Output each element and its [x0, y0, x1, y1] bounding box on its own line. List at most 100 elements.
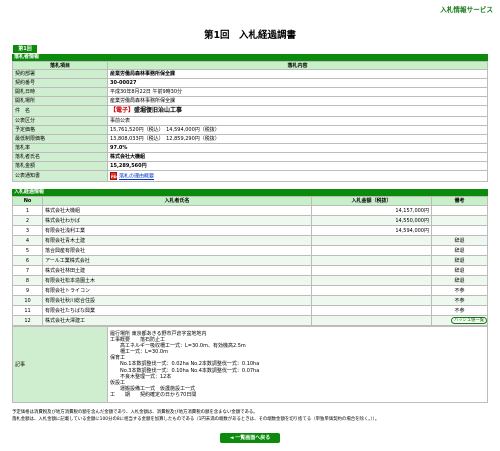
- col-name-header: 入札者氏名: [42, 196, 312, 206]
- bidder-no: 2: [12, 215, 43, 226]
- bid-amount: [311, 255, 432, 266]
- bidder-no: 11: [12, 305, 43, 316]
- bidder-row: 6 アール工業株式会社 辞退: [12, 255, 488, 266]
- bidder-row: 7 株式会社林田土建 辞退: [12, 265, 488, 276]
- footer-note-1: 予定価格は消費税及び地方消費税の額を含んだ金額であり、入札金額は、消費税及び地方…: [12, 410, 258, 415]
- summary-section-header: 落札者情報: [12, 54, 488, 61]
- bid-amount: [311, 295, 432, 306]
- bidder-row: 1 株式会社大機組 14,157,000円: [12, 205, 488, 216]
- remarks-label: 記事: [12, 326, 108, 403]
- summary-row-value: 15,289,560円: [107, 161, 488, 171]
- bidder-name: 株式会社わかば: [42, 215, 312, 226]
- bidder-name: 有限会社松本造園土木: [42, 275, 312, 286]
- bid-note: [431, 205, 488, 216]
- summary-row-value: 産業労働局森林事務所保全課: [107, 69, 488, 79]
- summary-row-label: 落札金額: [12, 161, 108, 171]
- bidder-no: 3: [12, 225, 43, 236]
- bidder-row: 12株式会社大澤建工不参: [12, 315, 488, 326]
- summary-row: 公表通知書 PDF落札の理由概要: [12, 170, 488, 182]
- summary-row-value: PDF落札の理由概要: [107, 170, 488, 182]
- summary-row: 件 名【電子】盛堀復旧治山工事: [12, 105, 488, 117]
- bidder-no: 1: [12, 205, 43, 216]
- summary-row: 契約部署 産業労働局森林事務所保全課: [12, 69, 488, 79]
- bid-note: 不参: [431, 285, 488, 296]
- bidder-row: 9 有限会社トライコン 不参: [12, 285, 488, 296]
- remarks-text: 履行場所 東京都あきる野市戸倉字盆地地内 工事概要 落石防止工 高エネルギー吸収…: [110, 330, 260, 398]
- bidder-row: 8 有限会社松本造園土木 辞退: [12, 275, 488, 286]
- bid-note: 辞退: [431, 235, 488, 246]
- col-item-header: 落札項目: [12, 61, 108, 70]
- bidder-no: 4: [12, 235, 43, 246]
- bid-note: 辞退: [431, 255, 488, 266]
- bidders-section-header: 入札経過情報: [12, 189, 488, 196]
- bid-amount: [311, 235, 432, 246]
- bidder-row: 2 株式会社わかば 14,550,000円: [12, 215, 488, 226]
- summary-row-value: 【電子】盛堀復旧治山工事: [107, 105, 488, 117]
- bid-note: 不参: [431, 305, 488, 316]
- bidder-no: 5: [12, 245, 43, 256]
- bid-amount: [311, 275, 432, 286]
- bidder-name: 有限会社たちばな興業: [42, 305, 312, 316]
- bidder-name: 有限会社秋川総合住設: [42, 295, 312, 306]
- bid-note: 辞退: [431, 265, 488, 276]
- award-reason-link[interactable]: 落札の理由概要: [119, 174, 154, 180]
- pdf-icon[interactable]: PDF: [110, 172, 119, 180]
- bidder-no: 6: [12, 255, 43, 266]
- bid-note: [431, 225, 488, 236]
- project-title: 盛堀復旧治山工事: [134, 107, 183, 114]
- bidder-no: 9: [12, 285, 43, 296]
- bid-amount: 14,157,000円: [311, 205, 432, 216]
- summary-row-label: 公表通知書: [12, 170, 108, 182]
- bidder-row: 4 有限会社青木土建 辞退: [12, 235, 488, 246]
- summary-row-value: 株式会社大機組: [107, 152, 488, 162]
- summary-row: 契約番号 30-00027: [12, 78, 488, 88]
- summary-row-label: 最低制限価格: [12, 134, 108, 144]
- summary-row-value: 97.0%: [107, 143, 488, 153]
- col-content-header: 落札内容: [107, 61, 488, 70]
- bidder-row: 11 有限会社たちばな興業 不参: [12, 305, 488, 316]
- tab-round-1[interactable]: 第1回: [13, 45, 37, 53]
- bidder-name: 株式会社大澤建工: [42, 315, 312, 326]
- bidder-name: 株式会社大機組: [42, 205, 312, 216]
- summary-row: 落札金額 15,289,560円: [12, 161, 488, 171]
- bidder-name: 有限会社浅利工業: [42, 225, 312, 236]
- bidder-row: 10 有限会社秋川総合住設 不参: [12, 295, 488, 306]
- summary-row-value: 産業労働局森林事務所保全課: [107, 96, 488, 106]
- back-to-list-button[interactable]: ◄ 一覧画面へ戻る: [220, 433, 280, 443]
- bidder-name: 落合興産有限会社: [42, 245, 312, 256]
- summary-row-label: 落札者氏名: [12, 152, 108, 162]
- bidder-no: 8: [12, 275, 43, 286]
- bid-amount: 14,594,000円: [311, 225, 432, 236]
- bid-note: 不参: [431, 295, 488, 306]
- bid-note: 辞退: [431, 275, 488, 286]
- summary-row-label: 開札場所: [12, 96, 108, 106]
- summary-table: 落札項目 落札内容 契約部署 産業労働局森林事務所保全課 契約番号 30-00027 開…: [12, 61, 488, 182]
- bid-amount: [311, 245, 432, 256]
- bid-note: 辞退: [431, 245, 488, 256]
- bid-amount: [311, 265, 432, 276]
- bidder-name: 有限会社青木土建: [42, 235, 312, 246]
- bidder-no: 12: [12, 315, 43, 326]
- summary-row-value: 30-00027: [107, 78, 488, 88]
- summary-row-value: 15,761,520円（税込） 14,594,000円（税抜）: [107, 125, 488, 135]
- bid-amount: [311, 285, 432, 296]
- summary-row-value: 事前公表: [107, 116, 488, 126]
- service-name: 入札情報サービス: [440, 6, 493, 14]
- bidder-name: 有限会社トライコン: [42, 285, 312, 296]
- summary-row-value: 13,808,033円（税込） 12,859,290円（税抜）: [107, 134, 488, 144]
- summary-row-label: 契約番号: [12, 78, 108, 88]
- bidder-name: アール工業株式会社: [42, 255, 312, 266]
- summary-row: 開札日時 平成30年8月22日 午前9時30分: [12, 87, 488, 97]
- col-no-header: No: [12, 196, 43, 206]
- col-note-header: 備考: [431, 196, 488, 206]
- summary-row-label: 契約部署: [12, 69, 108, 79]
- footer-note-2: 落札金額は、入札金額に記載している金額に100分の8に相当する金額を加算したもの…: [12, 417, 380, 422]
- bidder-name: 株式会社林田土建: [42, 265, 312, 276]
- summary-row-label: 落札率: [12, 143, 108, 153]
- bidder-no: 7: [12, 265, 43, 276]
- bidder-no: 10: [12, 295, 43, 306]
- summary-row: 予定価格 15,761,520円（税込） 14,594,000円（税抜）: [12, 125, 488, 135]
- hash-list-button[interactable]: ハッシュ値一覧: [451, 317, 487, 324]
- summary-row: 公表区分 事前公表: [12, 116, 488, 126]
- summary-row-label: 公表区分: [12, 116, 108, 126]
